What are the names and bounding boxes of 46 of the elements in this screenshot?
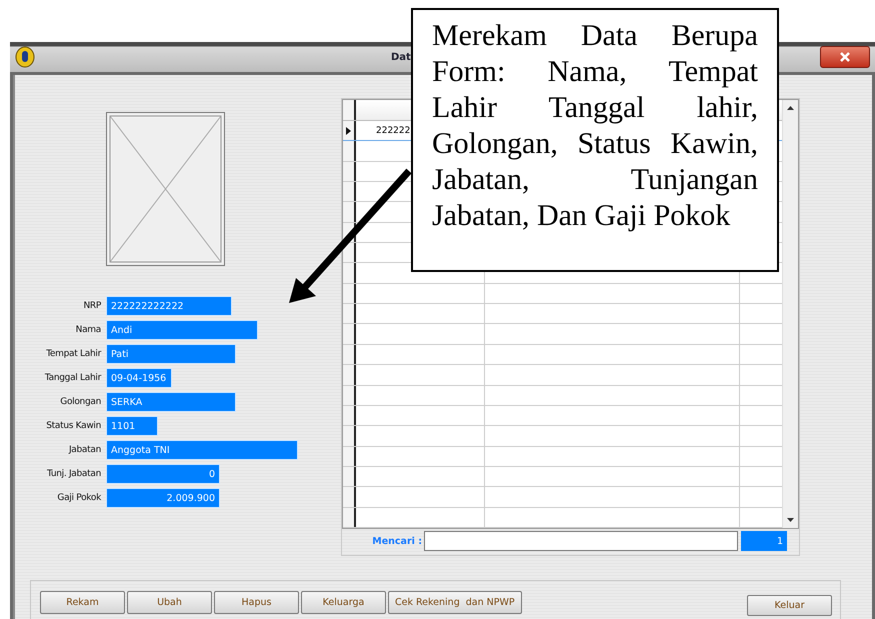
action-button[interactable]: Rekam bbox=[40, 591, 125, 614]
input-field[interactable]: Anggota TNI bbox=[106, 440, 298, 460]
input-field[interactable]: 2.009.900 bbox=[106, 488, 220, 508]
input-field[interactable]: 0 bbox=[106, 464, 220, 484]
close-icon bbox=[839, 51, 851, 63]
table-row[interactable] bbox=[343, 508, 782, 528]
input-field[interactable]: SERKA bbox=[106, 392, 236, 412]
table-row[interactable] bbox=[343, 426, 782, 447]
input-field[interactable]: Pati bbox=[106, 344, 236, 364]
search-label: Mencari : bbox=[371, 536, 422, 546]
record-count: 1 bbox=[741, 531, 787, 551]
table-row[interactable] bbox=[343, 284, 782, 304]
table-row[interactable] bbox=[343, 466, 782, 488]
action-button[interactable]: Hapus bbox=[214, 591, 299, 614]
input-field[interactable]: 09-04-1956 bbox=[106, 368, 172, 388]
action-button[interactable]: Ubah bbox=[127, 591, 212, 614]
field-label: Golongan bbox=[59, 397, 101, 407]
table-row[interactable] bbox=[343, 304, 782, 324]
action-button[interactable]: Keluarga bbox=[301, 591, 386, 614]
field-label: Jabatan bbox=[68, 445, 101, 455]
field-label: Tunj. Jabatan bbox=[46, 469, 101, 479]
field-label: Gaji Pokok bbox=[56, 493, 101, 503]
field-label: Nama bbox=[74, 325, 101, 335]
annotation-tooltip: Merekam Data Berupa Form: Nama, Tempat Lahir Tanggal lahir, Golongan, Status Kawin, Jabatan, Tunjangan Jabatan, Dan Gaji Pokok bbox=[411, 8, 779, 272]
table-row[interactable] bbox=[343, 487, 782, 508]
table-row[interactable] bbox=[343, 386, 782, 406]
field-label: Tanggal Lahir bbox=[44, 373, 101, 383]
search-field[interactable] bbox=[424, 531, 738, 551]
input-field[interactable]: 222222222222 bbox=[106, 296, 232, 316]
table-row[interactable] bbox=[343, 365, 782, 386]
close-button[interactable] bbox=[820, 46, 870, 68]
table-row[interactable] bbox=[343, 324, 782, 345]
input-field[interactable]: 1101 bbox=[106, 416, 158, 436]
field-label: Status Kawin bbox=[45, 421, 101, 431]
emblem-icon bbox=[14, 46, 36, 68]
table-row[interactable] bbox=[343, 446, 782, 467]
table-cell: 222222 bbox=[376, 126, 410, 136]
input-field[interactable]: Andi bbox=[106, 320, 258, 340]
table-row[interactable] bbox=[343, 344, 782, 366]
action-button[interactable]: Cek Rekening dan NPWP bbox=[388, 591, 522, 614]
exit-button[interactable]: Keluar bbox=[747, 595, 832, 616]
window-title: Dat bbox=[391, 52, 411, 62]
field-label: Tempat Lahir bbox=[45, 349, 101, 359]
scroll-bar[interactable] bbox=[782, 100, 798, 528]
field-label: NRP bbox=[82, 301, 101, 311]
table-row[interactable] bbox=[343, 406, 782, 426]
